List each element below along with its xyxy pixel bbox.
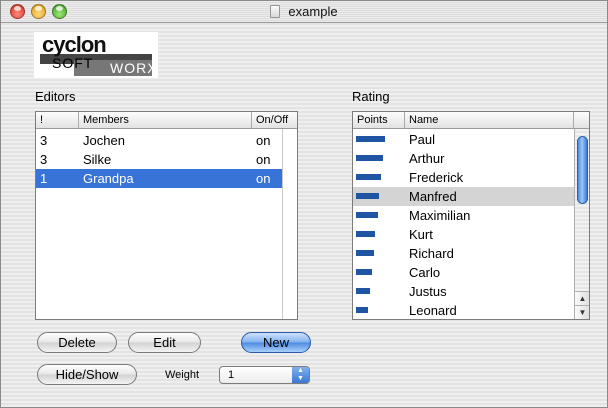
row-status: on: [256, 171, 271, 186]
logo-text-cyclon: cyclon: [42, 32, 107, 57]
editors-label: Editors: [35, 89, 76, 104]
rating-scrollbar[interactable]: ▲ ▼: [574, 129, 589, 319]
list-item[interactable]: Kurt: [353, 225, 574, 244]
points-bar: [356, 288, 370, 294]
column-header-name[interactable]: Name: [405, 112, 574, 128]
hide-show-button[interactable]: Hide/Show: [37, 364, 137, 385]
points-bar: [356, 136, 385, 142]
points-bar: [356, 250, 374, 256]
points-bar: [356, 193, 379, 199]
points-bar: [356, 155, 383, 161]
row-member: Silke: [83, 152, 112, 167]
row-member: Jochen: [83, 133, 125, 148]
row-status: on: [256, 152, 271, 167]
row-name: Justus: [409, 284, 447, 299]
rating-scroll-thumb[interactable]: [577, 136, 588, 204]
table-row[interactable]: 1 Grandpa on: [36, 169, 282, 188]
column-header-corner: [574, 112, 589, 128]
row-priority: 3: [40, 152, 48, 167]
column-header-members[interactable]: Members: [79, 112, 252, 128]
list-item[interactable]: Frederick: [353, 168, 574, 187]
column-header-points[interactable]: Points: [353, 112, 405, 128]
list-item[interactable]: Justus: [353, 282, 574, 301]
points-bar: [356, 174, 381, 180]
points-bar: [356, 307, 368, 313]
list-item[interactable]: Carlo: [353, 263, 574, 282]
list-item[interactable]: Leonard: [353, 301, 574, 319]
logo-text-worx: WORX: [110, 60, 158, 76]
document-icon: [270, 5, 281, 18]
editors-table-header: ! Members On/Off: [36, 112, 297, 129]
editors-scrollbar[interactable]: [282, 129, 297, 319]
editors-table[interactable]: ! Members On/Off 3 Jochen on 3 Silke on 1 Grand…: [35, 111, 298, 320]
row-name: Arthur: [409, 151, 445, 166]
row-name: Kurt: [409, 227, 433, 242]
column-header-priority[interactable]: !: [36, 112, 79, 128]
row-priority: 3: [40, 133, 48, 148]
weight-select[interactable]: 1 ▲ ▼: [219, 366, 310, 384]
list-item[interactable]: Paul: [353, 130, 574, 149]
row-name: Leonard: [409, 303, 457, 318]
list-item[interactable]: Maximilian: [353, 206, 574, 225]
title-bar[interactable]: example: [1, 1, 607, 23]
rating-table-header: Points Name: [353, 112, 589, 129]
row-name: Paul: [409, 132, 436, 147]
list-item[interactable]: Manfred: [353, 187, 574, 206]
row-name: Maximilian: [409, 208, 471, 223]
points-bar: [356, 212, 378, 218]
column-header-onoff[interactable]: On/Off: [252, 112, 297, 128]
window-title: example: [288, 4, 338, 19]
window-title-wrap: example: [1, 1, 607, 23]
rating-table[interactable]: Points Name Paul Arthur Frederick Manfred Ma…: [352, 111, 590, 320]
edit-button[interactable]: Edit: [128, 332, 201, 353]
scroll-down-arrow[interactable]: ▼: [575, 305, 589, 319]
cyclon-softworx-logo: cyclon SOFT WORX: [34, 32, 158, 78]
weight-label: Weight: [165, 369, 200, 381]
logo-text-soft: SOFT: [52, 55, 94, 71]
row-member: Grandpa: [83, 171, 134, 186]
select-arrows-icon: ▲ ▼: [292, 367, 309, 383]
table-row[interactable]: 3 Jochen on: [36, 131, 282, 150]
row-name: Manfred: [409, 189, 457, 204]
points-bar: [356, 269, 372, 275]
rating-label: Rating: [352, 89, 390, 104]
app-window: example cyclon SOFT WORX Editors ! Membe…: [0, 0, 608, 408]
row-priority: 1: [40, 171, 48, 186]
row-name: Carlo: [409, 265, 441, 280]
scroll-up-arrow[interactable]: ▲: [575, 291, 589, 305]
list-item[interactable]: Arthur: [353, 149, 574, 168]
weight-select-value: 1: [228, 369, 235, 381]
row-name: Frederick: [409, 170, 464, 185]
delete-button[interactable]: Delete: [37, 332, 117, 353]
table-row[interactable]: 3 Silke on: [36, 150, 282, 169]
list-item[interactable]: Richard: [353, 244, 574, 263]
points-bar: [356, 231, 375, 237]
row-name: Richard: [409, 246, 454, 261]
row-status: on: [256, 133, 271, 148]
new-button[interactable]: New: [241, 332, 311, 353]
